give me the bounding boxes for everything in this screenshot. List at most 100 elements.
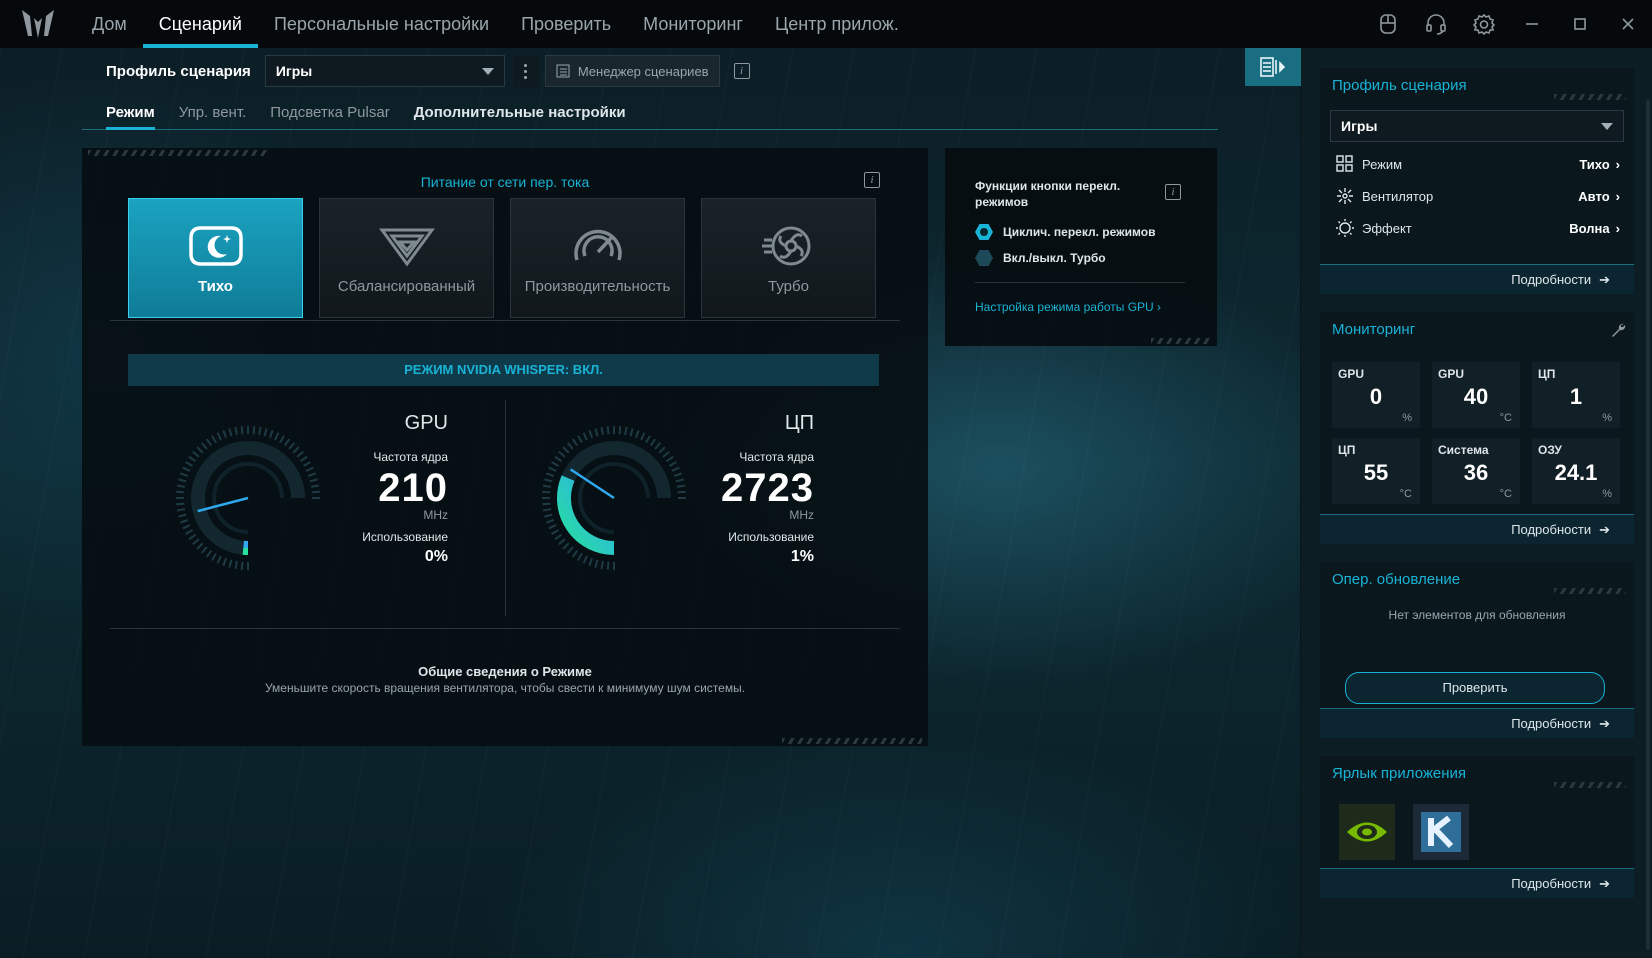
gpu-mode-settings-link[interactable]: Настройка режима работы GPU › (975, 300, 1161, 314)
profile-card: Профиль сценария Игры Режим Тихо › Вентил… (1320, 68, 1634, 294)
mode-quiet-label: Тихо (198, 277, 233, 295)
arrow-right-icon: ➔ (1599, 271, 1610, 287)
nav-app-center[interactable]: Центр прилож. (759, 0, 915, 48)
nav-scenario[interactable]: Сценарий (142, 0, 259, 48)
option-cycle-modes[interactable]: Циклич. перекл. режимов (975, 224, 1155, 240)
option-toggle-turbo-label: Вкл./выкл. Турбо (1003, 251, 1106, 265)
update-details-link[interactable]: Подробности ➔ (1320, 708, 1634, 738)
gauge-tick (618, 426, 622, 435)
gauge-tick (551, 529, 560, 535)
mode-panel: Питание от сети пер. тока i Тихо Сбаланс… (82, 148, 928, 746)
gauge-tick (606, 561, 610, 570)
profile-card-title: Профиль сценария (1320, 68, 1634, 104)
monitoring-card-title: Мониторинг (1320, 312, 1634, 348)
headset-icon[interactable] (1412, 0, 1460, 48)
gauge-tick (665, 455, 674, 463)
gauge-tick (562, 446, 570, 454)
gauge-tick (302, 461, 311, 467)
gauge-tick (205, 549, 213, 558)
gauge-tick (542, 502, 551, 506)
wrench-icon[interactable] (1610, 322, 1626, 338)
profile-row-effect[interactable]: Эффект Волна › (1320, 212, 1634, 244)
monitor-tile-cpu-temp: ЦП 55 °C (1332, 438, 1420, 504)
mode-performance-button[interactable]: Производительность (510, 198, 685, 318)
collapse-sidebar-button[interactable] (1245, 48, 1301, 86)
gauge-tick (649, 438, 657, 447)
info-icon[interactable]: i (733, 63, 750, 79)
more-options-icon[interactable] (512, 55, 539, 87)
nav-check[interactable]: Проверить (505, 0, 627, 48)
gpu-gauge (176, 426, 320, 570)
gauge-tick (676, 484, 686, 488)
minimize-icon[interactable] (1508, 0, 1556, 48)
light-effect-icon (1336, 219, 1354, 237)
profile-label: Профиль сценария (106, 62, 251, 80)
app-shortcut-list (1320, 792, 1634, 860)
main-nav: Дом Сценарий Персональные настройки Пров… (76, 0, 915, 48)
gauge-tick (588, 430, 594, 439)
tab-fan-control[interactable]: Упр. вент. (179, 96, 246, 129)
mode-quiet-button[interactable]: Тихо (128, 198, 303, 318)
gauge-tick (548, 466, 557, 472)
tab-pulsar-lighting[interactable]: Подсветка Pulsar (270, 96, 389, 129)
nav-home[interactable]: Дом (76, 0, 143, 48)
gauge-tick (196, 542, 204, 550)
k-app-icon[interactable] (1413, 804, 1469, 860)
option-toggle-turbo[interactable]: Вкл./выкл. Турбо (975, 250, 1106, 266)
profile-details-link[interactable]: Подробности ➔ (1320, 264, 1634, 294)
tab-advanced-settings[interactable]: Дополнительные настройки (414, 96, 626, 129)
device-icon[interactable] (1364, 0, 1412, 48)
radio-unselected-icon (975, 250, 993, 266)
nav-personal-settings[interactable]: Персональные настройки (258, 0, 505, 48)
settings-icon[interactable] (1460, 0, 1508, 48)
mode-balanced-button[interactable]: Сбалансированный (319, 198, 494, 318)
profile-row-mode[interactable]: Режим Тихо › (1320, 148, 1634, 180)
monitor-tile-cpu-usage: ЦП 1% (1532, 362, 1620, 428)
app-shortcut-card: Ярлык приложения Подробности ➔ (1320, 756, 1634, 898)
gauge-tick (234, 426, 238, 436)
gauge-tick (677, 490, 686, 494)
gauge-tick (640, 432, 646, 441)
gauge-tick (307, 472, 316, 478)
option-cycle-modes-label: Циклич. перекл. режимов (1003, 225, 1156, 239)
nav-monitoring[interactable]: Мониторинг (627, 0, 759, 48)
sidebar-profile-select[interactable]: Игры (1330, 110, 1624, 142)
gauge-tick (283, 438, 291, 447)
gauge-tick (216, 432, 222, 441)
panel-collapse-icon (1260, 57, 1286, 77)
info-icon[interactable]: i (864, 172, 880, 188)
mode-summary-title: Общие сведения о Режиме (418, 664, 592, 679)
monitoring-card: Мониторинг GPU 0% GPU 40 °C ЦП 1% ЦП 55 °C Сис… (1320, 312, 1634, 544)
maximize-icon[interactable] (1556, 0, 1604, 48)
gauge-tick (188, 533, 197, 541)
profile-select[interactable]: Игры (264, 55, 505, 87)
nvidia-icon[interactable] (1339, 804, 1395, 860)
gauge-tick (180, 518, 189, 524)
gauge-tick (634, 430, 640, 439)
gauge-tick (176, 484, 186, 488)
profile-row-fan[interactable]: Вентилятор Авто › (1320, 180, 1634, 212)
app-shortcut-details-link[interactable]: Подробности ➔ (1320, 868, 1634, 898)
monitoring-details-link[interactable]: Подробности ➔ (1320, 514, 1634, 544)
check-updates-button[interactable]: Проверить (1345, 672, 1605, 704)
list-icon (556, 64, 570, 78)
sidebar-scrollbar[interactable] (1646, 100, 1650, 950)
mode-summary-text: Уменьшите скорость вращения вентилятора,… (264, 681, 746, 695)
gauge-tick (185, 529, 194, 535)
info-icon[interactable]: i (1165, 184, 1181, 200)
mode-turbo-button[interactable]: Турбо (701, 198, 876, 318)
gauge-tick (263, 428, 268, 437)
cpu-freq-label: Частота ядра (739, 450, 814, 464)
gauge-tick (216, 555, 222, 564)
gauge-tick (629, 428, 634, 437)
gauge-tick (542, 490, 551, 494)
tab-mode[interactable]: Режим (106, 96, 155, 130)
scenario-manager-button[interactable]: Менеджер сценариев (544, 55, 720, 87)
monitor-tile-system-temp: Система 36 °C (1432, 438, 1520, 504)
arrow-right-icon: ➔ (1599, 521, 1610, 537)
cpu-usage-value: 1% (790, 548, 814, 565)
gauge-tick (554, 455, 563, 463)
scenario-manager-label: Менеджер сценариев (577, 63, 709, 79)
gauge-tick (645, 435, 651, 444)
close-icon[interactable] (1604, 0, 1652, 48)
